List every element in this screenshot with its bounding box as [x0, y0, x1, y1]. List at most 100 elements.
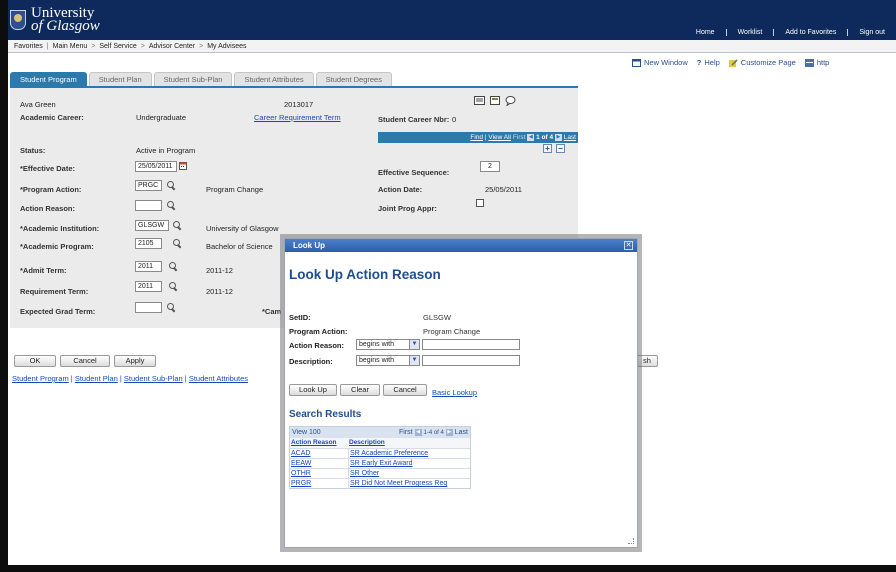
- page-utility-links: New Window ? Help Customize Page http: [632, 58, 829, 68]
- student-career-nbr-label: Student Career Nbr:: [378, 115, 450, 124]
- row-code[interactable]: PRGR: [291, 479, 347, 489]
- modal-title: Look Up: [293, 241, 325, 250]
- expected-grad-term-label: Expected Grad Term:: [20, 307, 96, 316]
- resize-handle[interactable]: [628, 538, 634, 544]
- effective-sequence-label: Effective Sequence:: [378, 168, 450, 177]
- modal-cancel-button[interactable]: Cancel: [383, 384, 427, 396]
- apply-button[interactable]: Apply: [114, 355, 156, 367]
- http-link[interactable]: http: [804, 58, 829, 68]
- description-label: Description:: [289, 357, 333, 366]
- joint-prog-appr-label: Joint Prog Appr:: [378, 204, 437, 213]
- effective-sequence-field[interactable]: 2: [480, 161, 500, 172]
- col-action-reason[interactable]: Action Reason: [291, 438, 347, 448]
- program-action-field[interactable]: PRGC: [135, 180, 162, 191]
- table-row[interactable]: ACAD SR Academic Preference: [290, 448, 470, 459]
- help-link[interactable]: ? Help: [697, 58, 720, 67]
- customize-page-link[interactable]: Customize Page: [728, 58, 796, 68]
- bottom-link-student-attributes[interactable]: Student Attributes: [189, 374, 248, 383]
- tab-student-sub-plan[interactable]: Student Sub-Plan: [153, 72, 233, 86]
- joint-prog-appr-checkbox[interactable]: [476, 199, 484, 207]
- program-action-lookup-icon[interactable]: [166, 180, 176, 190]
- program-action-label: *Program Action:: [20, 185, 82, 194]
- calendar-icon[interactable]: [179, 162, 187, 170]
- cancel-button[interactable]: Cancel: [60, 355, 110, 367]
- breadcrumb-self-service[interactable]: Self Service: [95, 43, 140, 50]
- customize-label: Customize Page: [740, 58, 796, 67]
- prev-arrow-icon[interactable]: ◀: [527, 133, 535, 141]
- bottom-link-student-sub-plan[interactable]: Student Sub-Plan: [124, 374, 183, 383]
- home-link[interactable]: Home: [685, 29, 726, 36]
- clear-button[interactable]: Clear: [340, 384, 380, 396]
- worklist-link[interactable]: Worklist: [725, 29, 774, 36]
- action-reason-operator-select[interactable]: begins with ▼: [356, 339, 420, 350]
- bottom-link-student-program[interactable]: Student Program: [12, 374, 69, 383]
- partial-right-button[interactable]: sh: [636, 355, 658, 367]
- search-results-heading: Search Results: [289, 409, 362, 420]
- help-icon: ?: [696, 58, 702, 67]
- menu-bar: Favorites | Main Menu > Self Service > A…: [8, 40, 896, 53]
- breadcrumb-advisor-center[interactable]: Advisor Center: [145, 43, 199, 50]
- academic-institution-field[interactable]: GLSGW: [135, 220, 169, 231]
- logo-line2: of Glasgow: [31, 18, 100, 34]
- last-link[interactable]: Last: [564, 134, 576, 141]
- table-row[interactable]: EEAW SR Early Exit Award: [290, 458, 470, 469]
- bottom-link-student-plan[interactable]: Student Plan: [75, 374, 118, 383]
- academic-program-field[interactable]: 2105: [135, 238, 162, 249]
- tab-student-attributes[interactable]: Student Attributes: [234, 72, 314, 86]
- tab-student-plan[interactable]: Student Plan: [88, 72, 152, 86]
- program-action-desc: Program Change: [206, 185, 264, 194]
- modal-title-bar[interactable]: Look Up ✕: [285, 239, 637, 252]
- university-logo[interactable]: University of Glasgow: [10, 4, 100, 36]
- requirement-term-field[interactable]: 2011: [135, 281, 162, 292]
- col-description[interactable]: Description: [348, 438, 385, 448]
- window-frame-left: [0, 0, 8, 572]
- academic-program-lookup-icon[interactable]: [172, 238, 182, 248]
- new-window-link[interactable]: New Window: [632, 58, 688, 68]
- description-operator-select[interactable]: begins with ▼: [356, 355, 420, 366]
- tab-student-program[interactable]: Student Program: [10, 72, 87, 86]
- delete-row-icon[interactable]: −: [556, 144, 565, 153]
- sign-out-link[interactable]: Sign out: [847, 29, 896, 36]
- admit-term-field[interactable]: 2011: [135, 261, 162, 272]
- lookup-button[interactable]: Look Up: [289, 384, 337, 396]
- view-100-link[interactable]: View 100: [292, 427, 321, 438]
- action-reason-input[interactable]: [422, 339, 520, 350]
- close-icon[interactable]: ✕: [624, 241, 633, 250]
- table-row[interactable]: PRGR SR Did Not Meet Progress Req: [290, 478, 470, 489]
- breadcrumb-my-advisees[interactable]: My Advisees: [203, 43, 250, 50]
- action-reason-lookup-icon[interactable]: [166, 200, 176, 210]
- career-requirement-term-link[interactable]: Career Requirement Term: [254, 113, 341, 122]
- next-arrow-icon[interactable]: ▶: [445, 428, 453, 436]
- results-range: 1-4 of 4: [423, 430, 444, 436]
- table-row[interactable]: OTHR SR Other: [290, 468, 470, 479]
- operator-value: begins with: [359, 341, 395, 348]
- expected-grad-term-lookup-icon[interactable]: [166, 302, 176, 312]
- ok-button[interactable]: OK: [14, 355, 56, 367]
- add-to-favorites-link[interactable]: Add to Favorites: [773, 29, 847, 36]
- add-row-icon[interactable]: +: [543, 144, 552, 153]
- main-menu[interactable]: Main Menu: [49, 43, 92, 50]
- prev-arrow-icon[interactable]: ◀: [414, 428, 422, 436]
- tab-student-degrees[interactable]: Student Degrees: [315, 72, 392, 86]
- admit-term-lookup-icon[interactable]: [168, 261, 178, 271]
- basic-lookup-link[interactable]: Basic Lookup: [432, 388, 477, 397]
- academic-institution-lookup-icon[interactable]: [172, 220, 182, 230]
- favorites-menu[interactable]: Favorites: [10, 43, 47, 50]
- effective-date-label: *Effective Date:: [20, 164, 76, 173]
- action-reason-field[interactable]: [135, 200, 162, 211]
- status-label: Status:: [20, 146, 46, 155]
- comment-icon[interactable]: [505, 96, 516, 106]
- effective-date-field[interactable]: 25/05/2011: [135, 161, 177, 172]
- find-link[interactable]: Find: [470, 134, 483, 141]
- row-desc[interactable]: SR Did Not Meet Progress Req: [348, 479, 447, 489]
- view-all-link[interactable]: View All: [488, 134, 511, 141]
- requirement-term-lookup-icon[interactable]: [168, 281, 178, 291]
- lookup-modal: Look Up ✕ Look Up Action Reason SetID: G…: [284, 238, 638, 548]
- customize-icon: [728, 59, 738, 68]
- description-input[interactable]: [422, 355, 520, 366]
- next-arrow-icon[interactable]: ▶: [554, 133, 562, 141]
- report-icon[interactable]: [490, 96, 500, 105]
- notepad-icon[interactable]: [474, 96, 485, 105]
- academic-institution-label: *Academic Institution:: [20, 224, 100, 233]
- expected-grad-term-field[interactable]: [135, 302, 162, 313]
